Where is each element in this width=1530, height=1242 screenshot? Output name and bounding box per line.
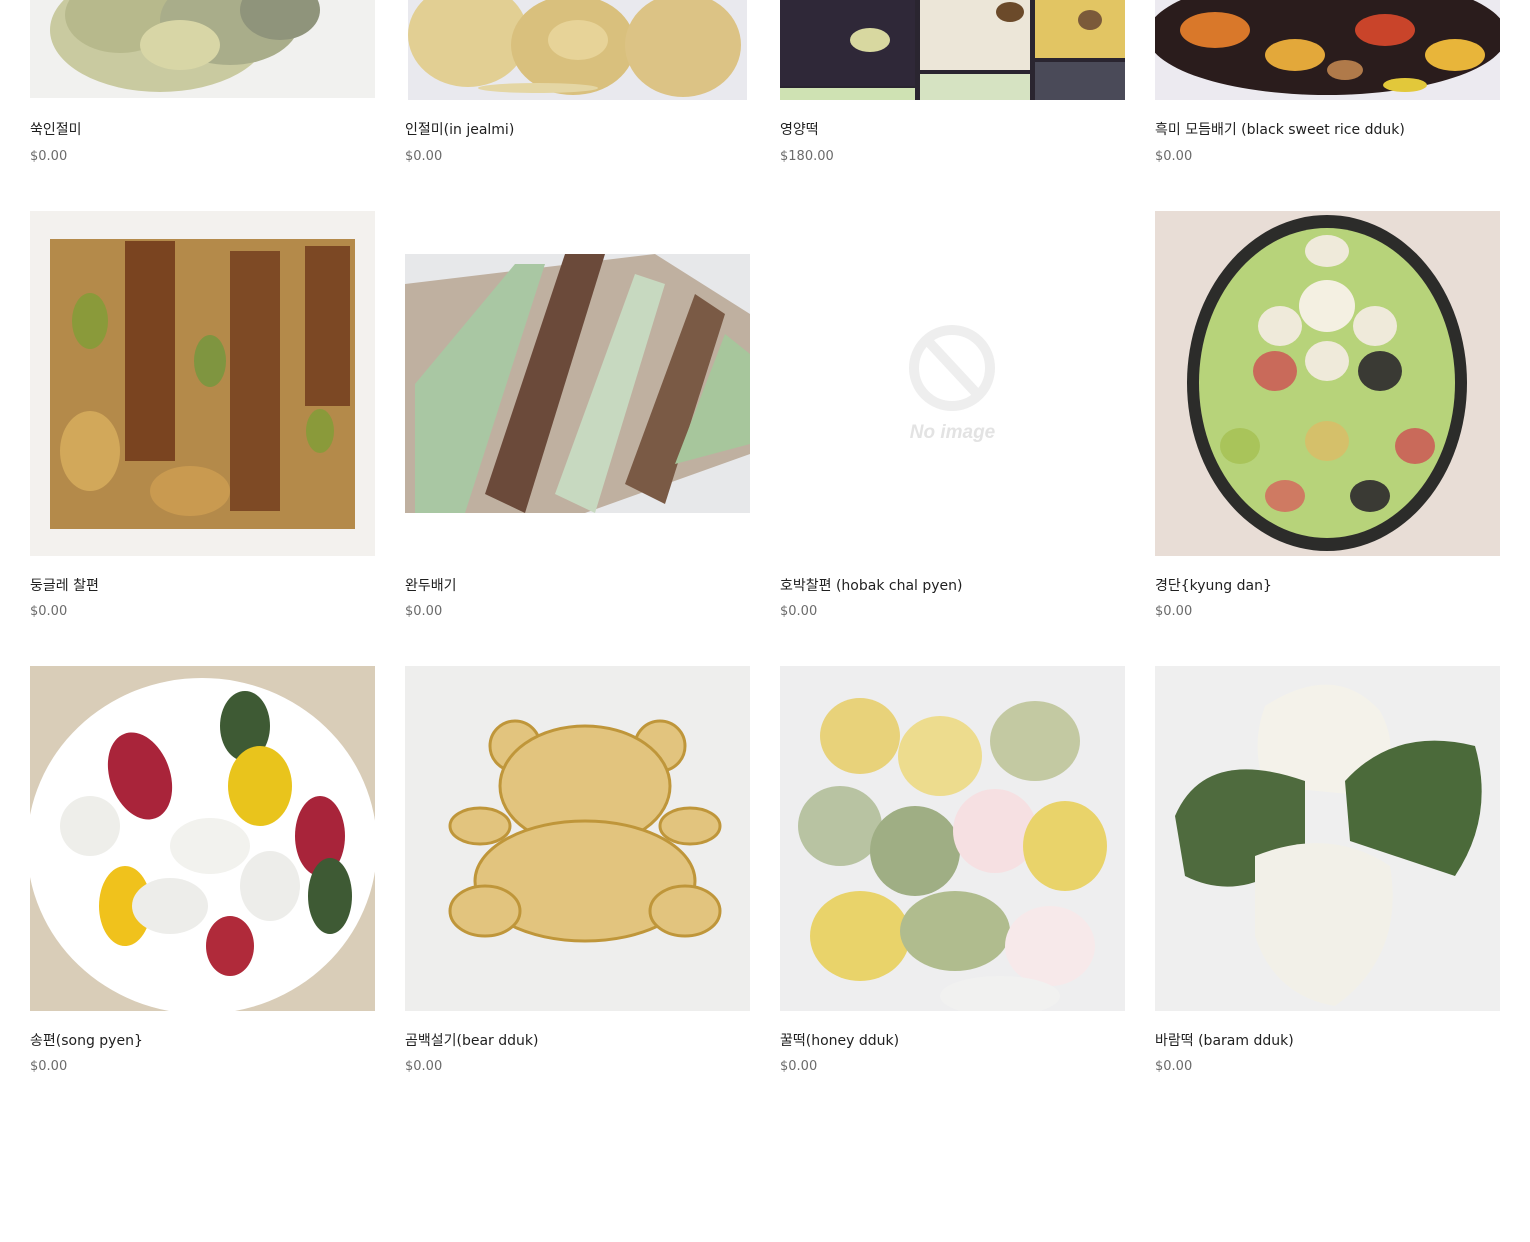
product-price: $0.00 <box>30 1059 68 1074</box>
no-image-label: No image <box>909 422 996 443</box>
product-image[interactable] <box>408 0 747 100</box>
product-image[interactable] <box>30 211 375 556</box>
product-title[interactable]: 송편(song pyen} <box>30 1032 375 1050</box>
product-image[interactable]: No image <box>780 211 1125 556</box>
product-price: $0.00 <box>30 604 68 619</box>
product-price: $0.00 <box>780 604 818 619</box>
product-price: $0.00 <box>30 149 68 164</box>
product-title[interactable]: 쑥인절미 <box>30 121 375 139</box>
product-image[interactable] <box>30 0 375 98</box>
product-price: $0.00 <box>1155 604 1193 619</box>
product-price: $0.00 <box>405 149 443 164</box>
product-image[interactable] <box>780 0 1125 100</box>
product-price: $0.00 <box>780 1059 818 1074</box>
product-image[interactable] <box>30 666 375 1011</box>
product-title[interactable]: 완두배기 <box>405 577 750 595</box>
product-image[interactable] <box>1155 0 1500 100</box>
product-title[interactable]: 흑미 모듬배기 (black sweet rice dduk) <box>1155 121 1500 139</box>
product-price: $0.00 <box>405 604 443 619</box>
product-image[interactable] <box>1155 211 1500 556</box>
product-title[interactable]: 영양떡 <box>780 121 1125 139</box>
product-price: $0.00 <box>1155 1059 1193 1074</box>
product-title[interactable]: 인절미(in jealmi) <box>405 121 750 139</box>
product-image[interactable] <box>405 254 750 513</box>
product-title[interactable]: 호박찰편 (hobak chal pyen) <box>780 577 1125 595</box>
product-image[interactable] <box>405 666 750 1011</box>
product-image[interactable] <box>780 666 1125 1011</box>
product-price: $180.00 <box>780 149 834 164</box>
product-title[interactable]: 경단{kyung dan} <box>1155 577 1500 595</box>
product-title[interactable]: 꿀떡(honey dduk) <box>780 1032 1125 1050</box>
product-title[interactable]: 바람떡 (baram dduk) <box>1155 1032 1500 1050</box>
product-title[interactable]: 둥글레 찰편 <box>30 577 375 595</box>
product-title[interactable]: 곰백설기(bear dduk) <box>405 1032 750 1050</box>
product-image[interactable] <box>1155 666 1500 1011</box>
product-price: $0.00 <box>1155 149 1193 164</box>
product-price: $0.00 <box>405 1059 443 1074</box>
